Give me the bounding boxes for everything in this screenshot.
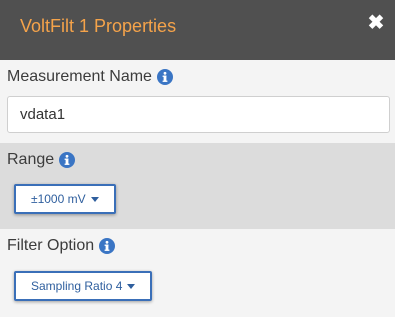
- chevron-down-icon: [90, 196, 99, 202]
- filter-option-dropdown[interactable]: Sampling Ratio 4: [14, 271, 153, 301]
- range-selected-value: ±1000 mV: [31, 192, 86, 206]
- info-icon[interactable]: [99, 238, 116, 254]
- range-label-row: Range: [7, 151, 76, 169]
- panel-header: VoltFilt 1 Properties ✖: [0, 0, 395, 60]
- info-icon[interactable]: [156, 69, 173, 85]
- measurement-name-label-row: Measurement Name: [7, 68, 173, 86]
- measurement-name-label: Measurement Name: [7, 68, 152, 85]
- range-dropdown[interactable]: ±1000 mV: [14, 184, 116, 214]
- filter-option-label-row: Filter Option: [7, 237, 116, 255]
- panel-title: VoltFilt 1 Properties: [20, 16, 177, 36]
- chevron-down-icon: [127, 283, 136, 289]
- close-icon[interactable]: ✖: [367, 12, 385, 34]
- measurement-name-section: Measurement Name: [0, 60, 395, 143]
- measurement-name-input[interactable]: [7, 96, 390, 133]
- range-section: Range ±1000 mV: [0, 143, 395, 229]
- range-label: Range: [7, 151, 55, 168]
- filter-option-label: Filter Option: [7, 237, 95, 254]
- filter-option-selected-value: Sampling Ratio 4: [31, 279, 123, 293]
- info-icon[interactable]: [59, 152, 76, 168]
- filter-option-section: Filter Option Sampling Ratio 4: [0, 229, 395, 317]
- properties-panel: VoltFilt 1 Properties ✖ Measurement Name…: [0, 0, 395, 317]
